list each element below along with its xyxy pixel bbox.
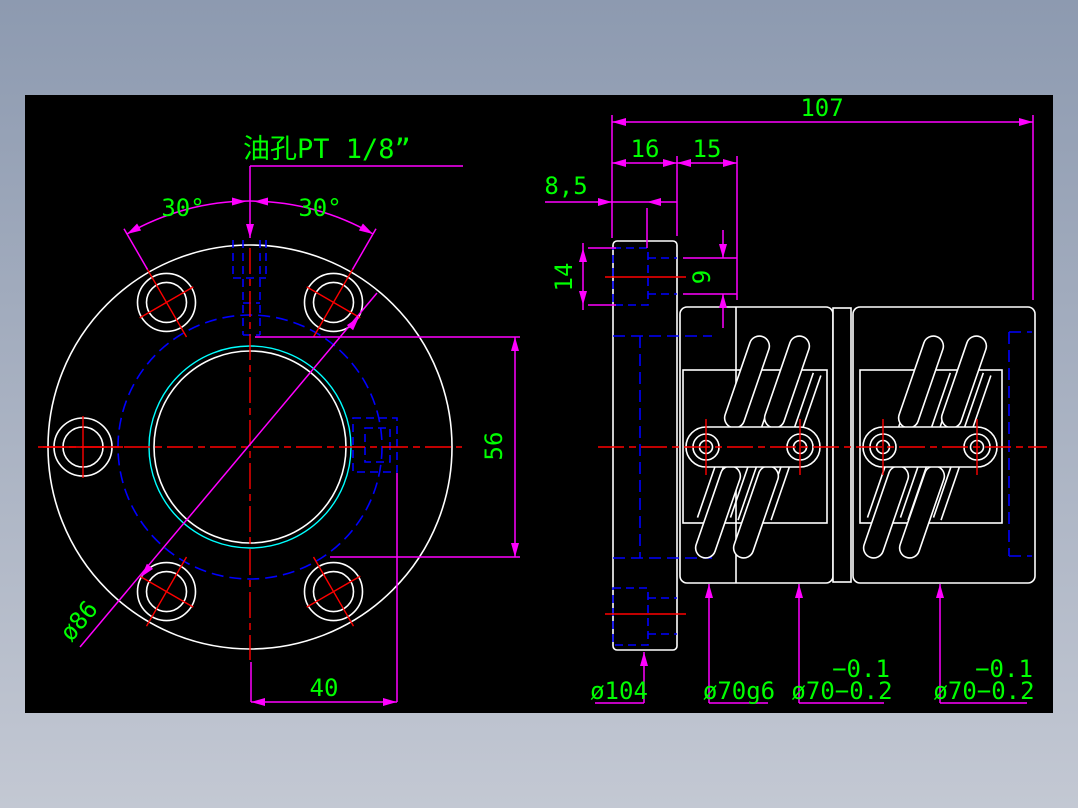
dim-14-text: 14 bbox=[550, 263, 578, 292]
dia-70g6-text: ø70g6 bbox=[703, 677, 775, 705]
dim-8-5-text: 8,5 bbox=[544, 172, 587, 200]
oil-hole-note: 油孔PT 1/8” bbox=[243, 134, 411, 165]
nut-neck bbox=[832, 307, 852, 583]
dim-16-text: 16 bbox=[631, 135, 660, 163]
cad-drawing-canvas[interactable]: 油孔PT 1/8” 30° 30° ø86 56 40 107 16 15 8,… bbox=[0, 0, 1078, 808]
dia-70-tol-text-2: ø70−0.2 bbox=[933, 677, 1034, 705]
dia-70-tol-text-1: ø70−0.2 bbox=[791, 677, 892, 705]
dim-56-text: 56 bbox=[480, 432, 508, 461]
angle-right-text: 30° bbox=[298, 194, 341, 222]
dim-107-text: 107 bbox=[800, 94, 843, 122]
dim-9-text: 9 bbox=[688, 270, 716, 284]
cad-window: 油孔PT 1/8” 30° 30° ø86 56 40 107 16 15 8,… bbox=[0, 0, 1078, 808]
angle-left-text: 30° bbox=[161, 194, 204, 222]
dia-104-text: ø104 bbox=[590, 677, 648, 705]
dim-15-text: 15 bbox=[693, 135, 722, 163]
dim-40-text: 40 bbox=[310, 674, 339, 702]
